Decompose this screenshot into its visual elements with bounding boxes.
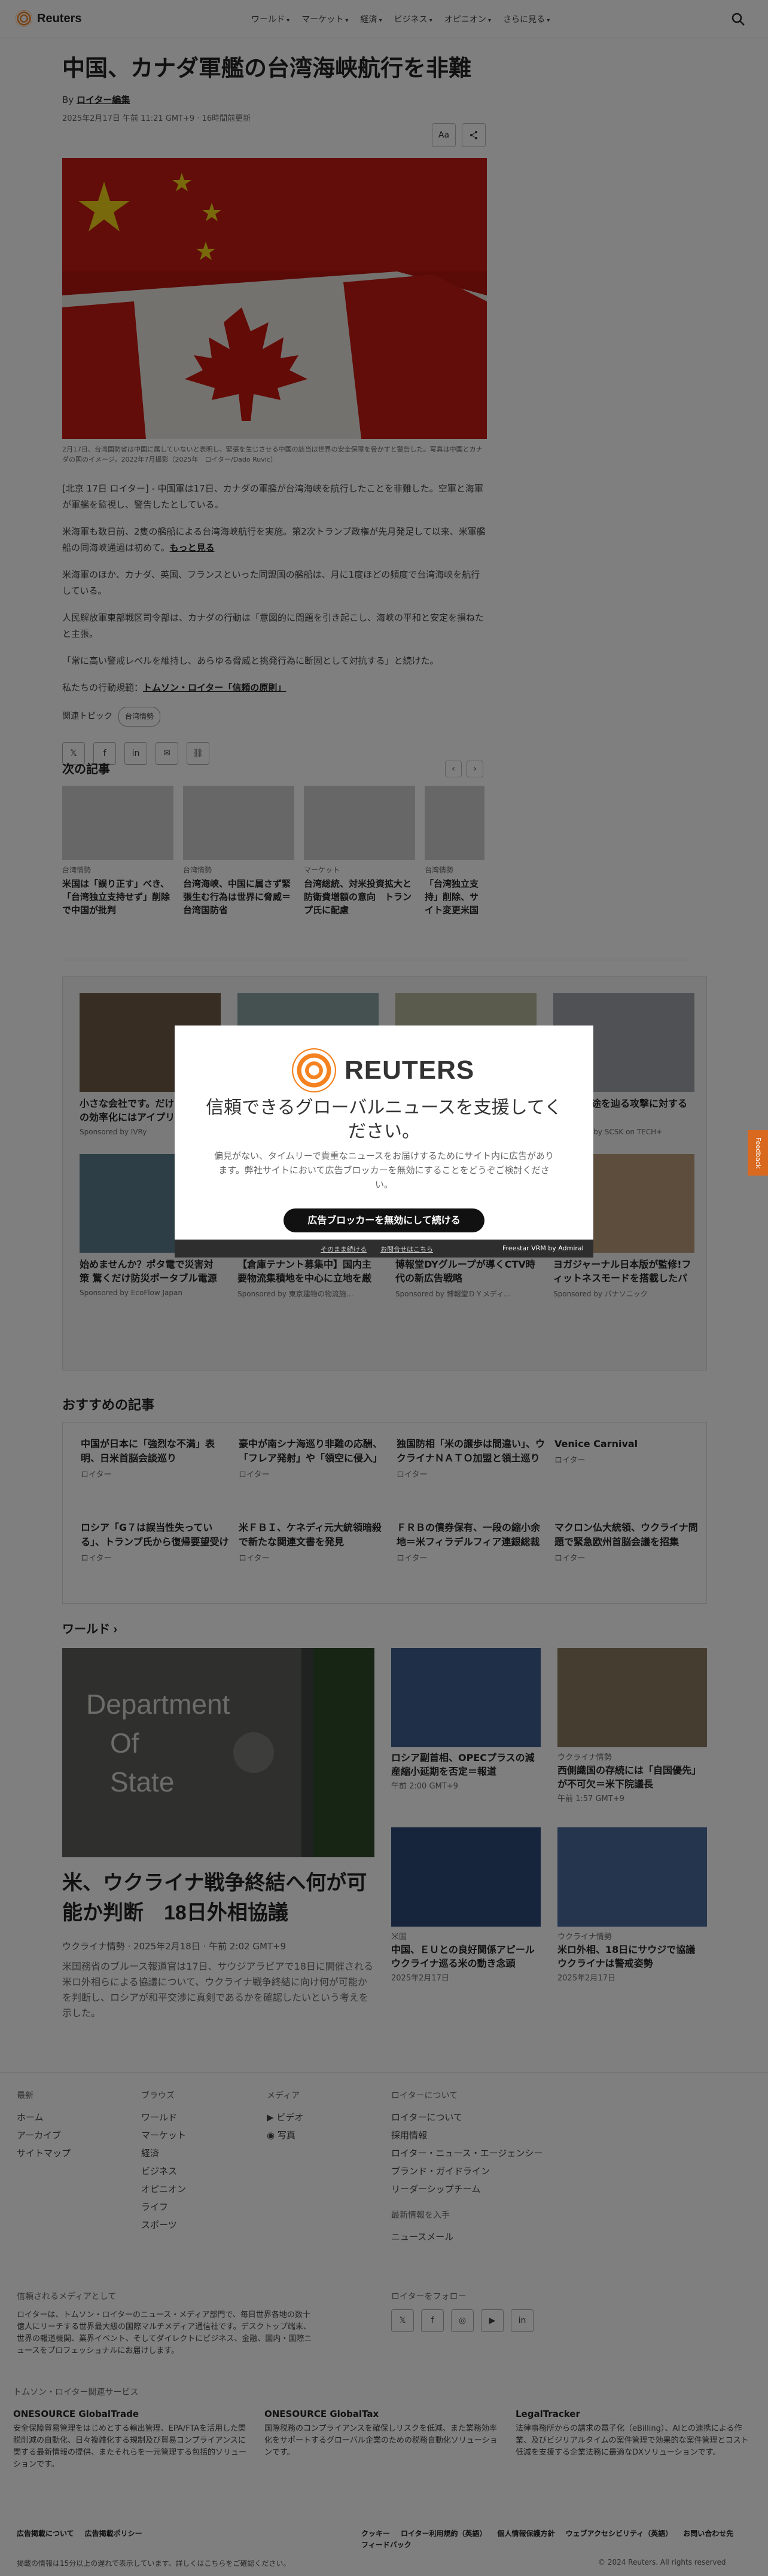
modal-reuters-logo: REUTERS — [292, 1048, 474, 1092]
adblock-overlay — [0, 0, 768, 2576]
modal-heading: 信頼できるグローバルニュースを支援してください。 — [206, 1098, 562, 1142]
disable-adblocker-button[interactable]: 広告ブロッカーを無効にして続ける — [284, 1208, 484, 1232]
continue-link[interactable]: そのまま続ける — [321, 1244, 367, 1254]
reuters-logo-icon — [292, 1048, 336, 1092]
modal-footer-bar: そのまま続ける お問合せはこちら Freestar VRM by Admiral — [175, 1240, 593, 1258]
modal-text: 偏見がない、タイムリーで貴重なニュースをお届けするためにサイト内に広告があります… — [214, 1150, 554, 1190]
adblock-modal: REUTERS 信頼できるグローバルニュースを支援してください。 偏見がない、タ… — [175, 1025, 593, 1258]
feedback-tab[interactable]: Feedback — [748, 1130, 768, 1176]
powered-by: Freestar VRM by Admiral — [502, 1244, 584, 1252]
contact-link[interactable]: お問合せはこちら — [380, 1244, 433, 1254]
